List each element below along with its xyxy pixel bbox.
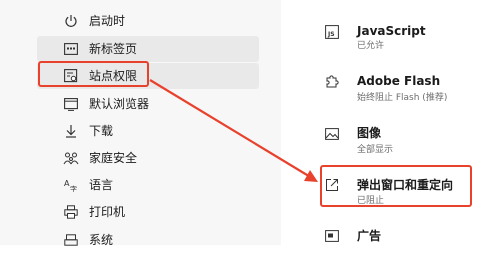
annotation-arrow: [149, 79, 318, 182]
